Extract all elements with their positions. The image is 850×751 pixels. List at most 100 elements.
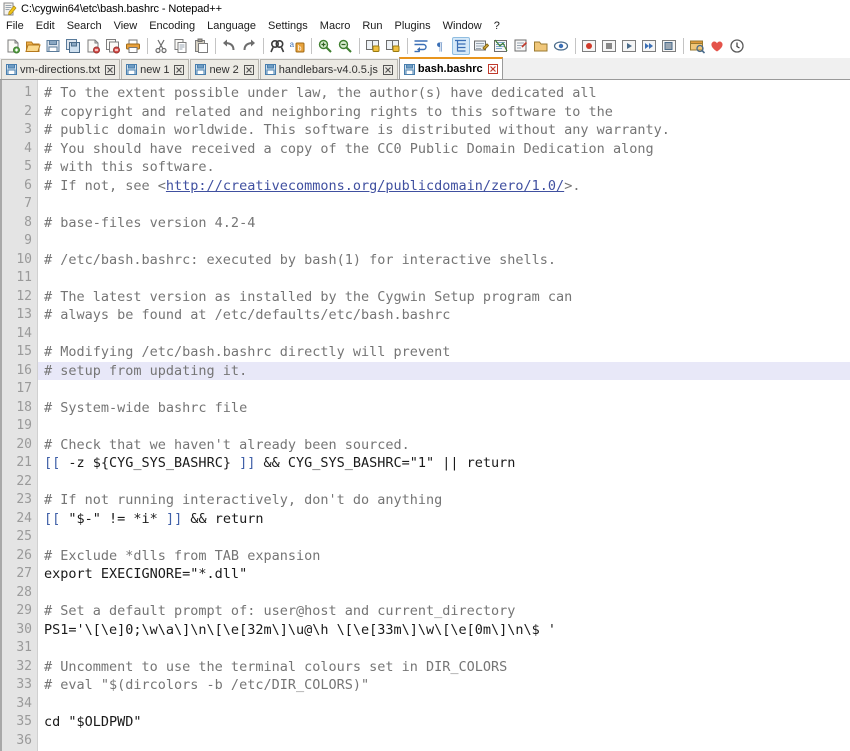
menu-item-run[interactable]: Run: [362, 20, 389, 32]
user-defined-language-icon[interactable]: [472, 37, 490, 55]
tab-bash-bashrc[interactable]: bash.bashrc: [398, 57, 503, 79]
code-line[interactable]: # Exclude *dlls from TAB expansion: [44, 547, 850, 566]
cut-icon[interactable]: [152, 37, 170, 55]
close-all-files-icon[interactable]: [104, 37, 122, 55]
code-line[interactable]: # base-files version 4.2-4: [44, 214, 850, 233]
line-number: 14: [16, 325, 32, 341]
code-line[interactable]: # Uncomment to use the terminal colours …: [44, 658, 850, 677]
tab-close-icon[interactable]: [105, 64, 116, 75]
menu-item-edit[interactable]: Edit: [36, 20, 62, 32]
paste-icon[interactable]: [192, 37, 210, 55]
folder-as-workspace-icon[interactable]: [532, 37, 550, 55]
document-map-icon[interactable]: [492, 37, 510, 55]
code-line[interactable]: [44, 732, 850, 751]
monitoring-icon[interactable]: [552, 37, 570, 55]
tab-new-2[interactable]: new 2: [190, 59, 259, 79]
code-line[interactable]: [44, 269, 850, 288]
clock-icon[interactable]: [728, 37, 746, 55]
saved-document-icon: [6, 64, 17, 75]
print-icon[interactable]: [124, 37, 142, 55]
zoom-in-icon[interactable]: [316, 37, 334, 55]
code-segment-plain: && return: [182, 510, 264, 527]
show-all-characters-icon[interactable]: ¶: [432, 37, 450, 55]
indent-guideline-icon[interactable]: [452, 36, 470, 55]
record-macro-icon[interactable]: [580, 37, 598, 55]
save-icon[interactable]: [44, 37, 62, 55]
close-file-icon[interactable]: [84, 37, 102, 55]
save-all-icon[interactable]: [64, 37, 82, 55]
code-line[interactable]: # always be found at /etc/defaults/etc/b…: [44, 306, 850, 325]
code-line[interactable]: # If not running interactively, don't do…: [44, 491, 850, 510]
tab-handlebars-v4-0-5-js[interactable]: handlebars-v4.0.5.js: [259, 59, 398, 79]
code-line[interactable]: PS1='\[\e]0;\w\a\]\n\[\e[32m\]\u@\h \[\e…: [44, 621, 850, 640]
tab-vm-directions-txt[interactable]: vm-directions.txt: [1, 59, 121, 79]
function-list-icon[interactable]: [512, 37, 530, 55]
code-line[interactable]: [[ "$-" != *i* ]] && return: [44, 510, 850, 529]
code-line[interactable]: # Modifying /etc/bash.bashrc directly wi…: [44, 343, 850, 362]
run-icon[interactable]: [688, 37, 706, 55]
menu-item-view[interactable]: View: [114, 20, 145, 32]
code-line[interactable]: export EXECIGNORE="*.dll": [44, 565, 850, 584]
code-line[interactable]: [44, 232, 850, 251]
menu-item-[interactable]: ?: [494, 20, 507, 32]
zoom-out-icon[interactable]: [336, 37, 354, 55]
save-macro-icon[interactable]: [660, 37, 678, 55]
menu-item-file[interactable]: File: [6, 20, 31, 32]
code-line[interactable]: # You should have received a copy of the…: [44, 140, 850, 159]
donate-heart-icon[interactable]: [708, 37, 726, 55]
play-macro-icon[interactable]: [620, 37, 638, 55]
copy-icon[interactable]: [172, 37, 190, 55]
replace-icon[interactable]: ab: [288, 37, 306, 55]
code-line[interactable]: [44, 325, 850, 344]
code-text-area[interactable]: # To the extent possible under law, the …: [38, 80, 850, 751]
word-wrap-icon[interactable]: [412, 37, 430, 55]
tab-bar: vm-directions.txt new 1 new 2 handlebars-v4…: [0, 57, 850, 80]
line-number: 33: [16, 677, 32, 692]
tab-close-icon[interactable]: [174, 64, 185, 75]
redo-icon[interactable]: [240, 37, 258, 55]
sync-horizontal-scroll-icon[interactable]: [384, 37, 402, 55]
code-line[interactable]: # The latest version as installed by the…: [44, 288, 850, 307]
code-line[interactable]: # To the extent possible under law, the …: [44, 84, 850, 103]
new-file-icon[interactable]: [4, 37, 22, 55]
code-line[interactable]: # /etc/bash.bashrc: executed by bash(1) …: [44, 251, 850, 270]
code-line[interactable]: # copyright and related and neighboring …: [44, 103, 850, 122]
code-line[interactable]: # System-wide bashrc file: [44, 399, 850, 418]
code-line[interactable]: cd "$OLDPWD": [44, 713, 850, 732]
code-line[interactable]: [44, 473, 850, 492]
menu-item-settings[interactable]: Settings: [268, 20, 315, 32]
code-line[interactable]: [44, 195, 850, 214]
code-line[interactable]: [[ -z ${CYG_SYS_BASHRC} ]] && CYG_SYS_BA…: [44, 454, 850, 473]
line-number: 22: [16, 473, 32, 489]
menu-item-language[interactable]: Language: [207, 20, 263, 32]
sync-vertical-scroll-icon[interactable]: [364, 37, 382, 55]
editor-area[interactable]: 1 2 3 4 5 6 7 8 9 10 11 12 13 14 15 16 17 18 19 20 21 22 23 24 2…: [0, 80, 850, 751]
code-line[interactable]: # setup from updating it.: [38, 361, 850, 380]
code-line[interactable]: [44, 695, 850, 714]
tab-close-icon[interactable]: [382, 64, 393, 75]
run-macro-multiple-icon[interactable]: [640, 37, 658, 55]
menu-item-encoding[interactable]: Encoding: [149, 20, 202, 32]
find-icon[interactable]: [268, 37, 286, 55]
code-line[interactable]: [44, 417, 850, 436]
code-line[interactable]: # Check that we haven't already been sou…: [44, 436, 850, 455]
open-file-icon[interactable]: [24, 37, 42, 55]
menu-item-search[interactable]: Search: [67, 20, 109, 32]
stop-recording-icon[interactable]: [600, 37, 618, 55]
undo-icon[interactable]: [220, 37, 238, 55]
code-line[interactable]: # Set a default prompt of: user@host and…: [44, 602, 850, 621]
code-line[interactable]: # public domain worldwide. This software…: [44, 121, 850, 140]
tab-new-1[interactable]: new 1: [121, 59, 190, 79]
code-line[interactable]: # eval "$(dircolors -b /etc/DIR_COLORS)": [44, 676, 850, 695]
code-line[interactable]: [44, 639, 850, 658]
code-line[interactable]: [44, 528, 850, 547]
code-line[interactable]: [44, 584, 850, 603]
code-line[interactable]: # with this software.: [44, 158, 850, 177]
code-line[interactable]: # If not, see <http://creativecommons.or…: [44, 177, 850, 196]
menu-item-plugins[interactable]: Plugins: [395, 20, 438, 32]
menu-item-window[interactable]: Window: [443, 20, 489, 32]
menu-item-macro[interactable]: Macro: [320, 20, 358, 32]
code-line[interactable]: [44, 380, 850, 399]
tab-close-icon[interactable]: [243, 64, 254, 75]
tab-close-icon[interactable]: [487, 64, 498, 74]
